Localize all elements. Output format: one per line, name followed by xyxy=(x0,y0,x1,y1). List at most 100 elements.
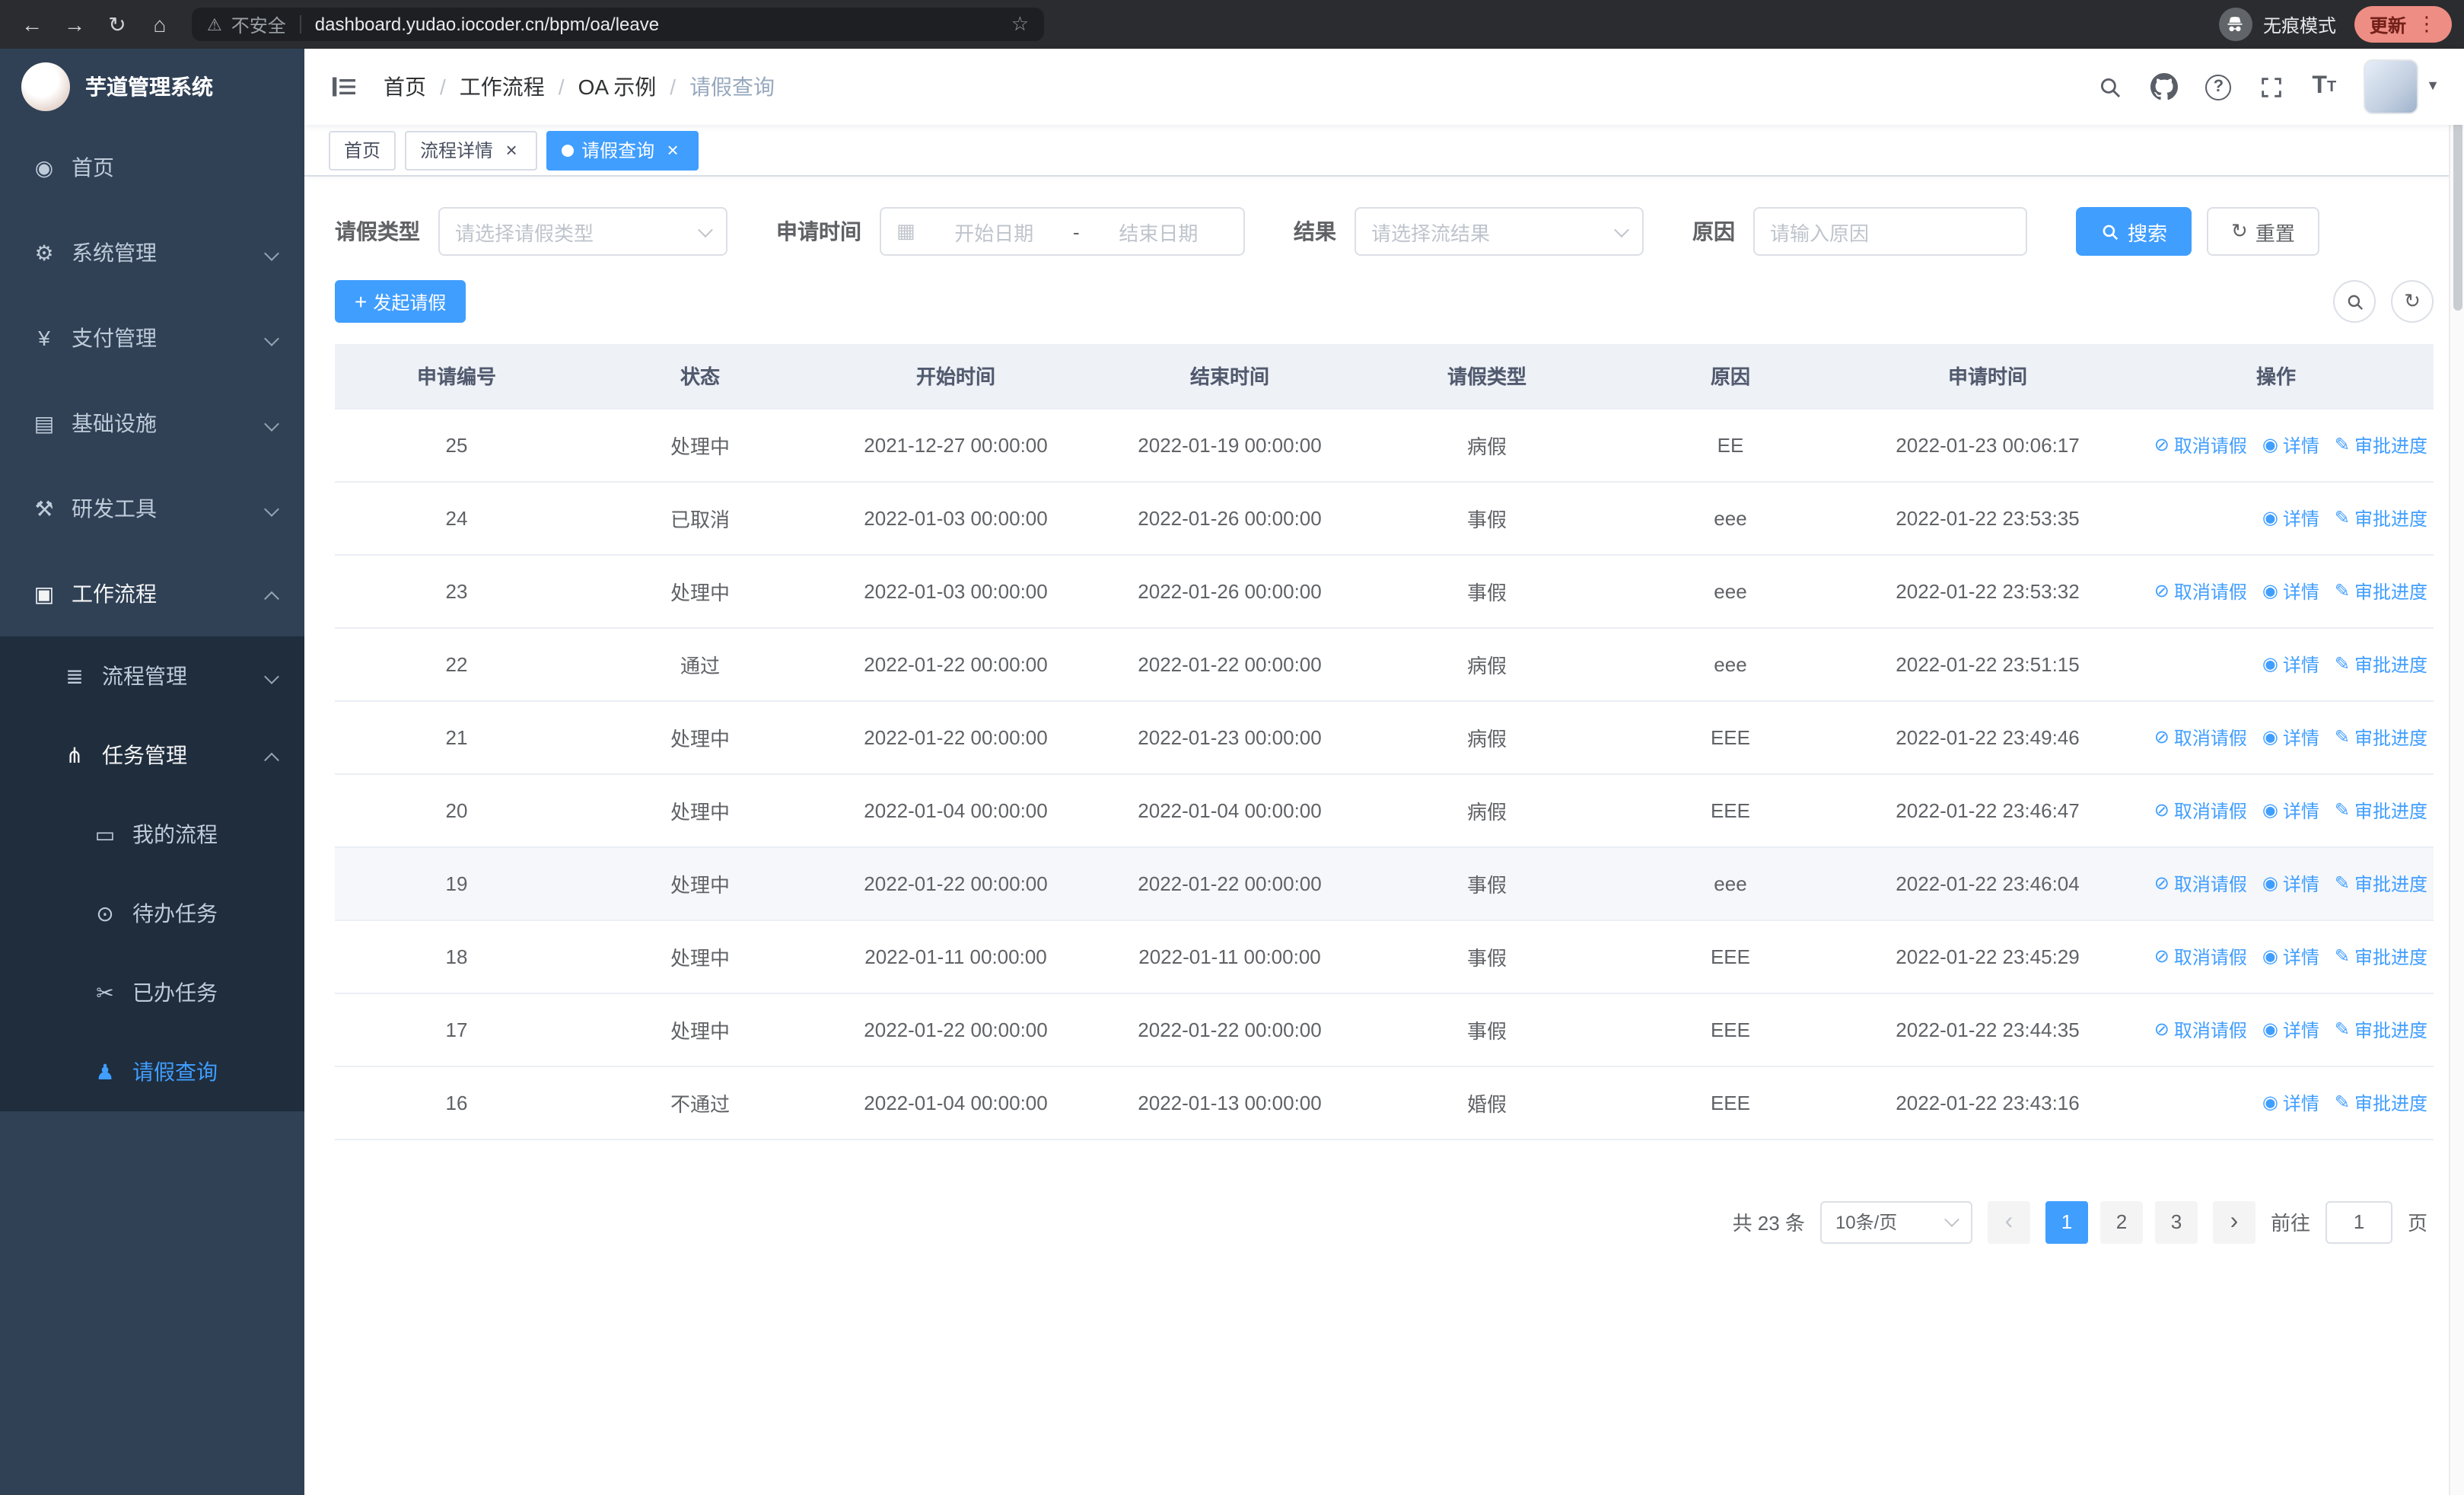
bookmark-star-icon[interactable]: ☆ xyxy=(1011,12,1029,37)
close-icon[interactable]: × xyxy=(662,139,683,161)
delete-icon: ⊘ xyxy=(2154,726,2170,748)
page-size-select[interactable]: 10条/页 xyxy=(1819,1200,1972,1243)
scrollbar[interactable] xyxy=(2449,49,2464,1495)
table-row: 17 处理中 2022-01-22 00:00:00 2022-01-22 00:00… xyxy=(335,993,2434,1066)
breadcrumb-item-home[interactable]: 首页 xyxy=(384,72,426,102)
search-button[interactable]: 搜索 xyxy=(2076,207,2192,256)
reason-input[interactable]: 请输入原因 xyxy=(1753,207,2027,256)
cell-actions: ◉ 详情 ✎ 审批进度 xyxy=(2119,627,2434,701)
approval-progress-link[interactable]: ✎ 审批进度 xyxy=(2335,724,2427,750)
approval-progress-link[interactable]: ✎ 审批进度 xyxy=(2335,432,2427,457)
sidebar-item-system-mgmt[interactable]: ⚙ 系统管理 xyxy=(0,210,304,295)
approval-progress-link[interactable]: ✎ 审批进度 xyxy=(2335,797,2427,823)
sidebar-item-task-mgmt[interactable]: ⋔ 任务管理 xyxy=(0,716,304,795)
approval-progress-link[interactable]: ✎ 审批进度 xyxy=(2335,1016,2427,1042)
breadcrumb-item-workflow[interactable]: 工作流程 xyxy=(426,72,545,102)
detail-link[interactable]: ◉ 详情 xyxy=(2262,797,2319,823)
search-icon[interactable] xyxy=(2097,74,2123,100)
chevron-up-icon xyxy=(264,751,279,767)
close-icon[interactable]: × xyxy=(501,139,522,161)
cancel-leave-link[interactable]: ⊘ 取消请假 xyxy=(2154,943,2247,969)
sidebar-item-workflow[interactable]: ▣ 工作流程 xyxy=(0,551,304,636)
detail-link[interactable]: ◉ 详情 xyxy=(2262,651,2319,677)
cancel-leave-link[interactable]: ⊘ 取消请假 xyxy=(2154,797,2247,823)
create-leave-button[interactable]: + 发起请假 xyxy=(335,280,466,323)
approval-progress-link[interactable]: ✎ 审批进度 xyxy=(2335,505,2427,531)
sidebar-item-leave-query[interactable]: ♟ 请假查询 xyxy=(0,1032,304,1111)
apply-time-range-picker[interactable]: ▦ 开始日期 - 结束日期 xyxy=(880,207,1245,256)
sidebar-item-my-process[interactable]: ▭ 我的流程 xyxy=(0,795,304,874)
forward-icon[interactable]: → xyxy=(55,5,94,44)
cancel-leave-link[interactable]: ⊘ 取消请假 xyxy=(2154,432,2247,457)
prev-page-button[interactable]: ‹ xyxy=(1987,1200,2030,1243)
cell-reason: EEE xyxy=(1604,993,1857,1066)
hamburger-icon[interactable] xyxy=(329,72,359,102)
cell-applied: 2022-01-22 23:51:15 xyxy=(1857,627,2119,701)
detail-link[interactable]: ◉ 详情 xyxy=(2262,1089,2319,1115)
tab-流程详情[interactable]: 流程详情 × xyxy=(405,130,538,170)
edit-icon: ✎ xyxy=(2334,580,2350,601)
submenu: ▭ 我的流程 ⊙ 待办任务 ✂ 已办任务 ♟ 请假查询 xyxy=(0,795,304,1111)
app-logo[interactable]: 芋道管理系统 xyxy=(0,49,304,125)
refresh-table-button[interactable]: ↻ xyxy=(2391,280,2434,323)
tab-首页[interactable]: 首页 xyxy=(329,130,396,170)
home-icon[interactable]: ⌂ xyxy=(140,5,180,44)
tab-请假查询[interactable]: 请假查询 × xyxy=(546,130,699,170)
cancel-leave-link[interactable]: ⊘ 取消请假 xyxy=(2154,578,2247,604)
cell-end: 2022-01-11 00:00:00 xyxy=(1090,920,1370,993)
edit-icon: ✎ xyxy=(2334,434,2350,455)
cell-actions: ⊘ 取消请假 ◉ 详情 ✎ 审批进度 xyxy=(2119,408,2434,482)
breadcrumb-item-oa[interactable]: OA 示例 xyxy=(545,72,657,102)
back-icon[interactable]: ← xyxy=(12,5,52,44)
page-button-3[interactable]: 3 xyxy=(2154,1200,2198,1243)
submenu: ≣ 流程管理 ⋔ 任务管理 ▭ 我的流程 ⊙ 待办任务 ✂ 已办任务 ♟ 请假查询 xyxy=(0,636,304,1111)
todo-task-icon: ⊙ xyxy=(96,901,114,925)
page-button-1[interactable]: 1 xyxy=(2045,1200,2088,1243)
detail-link[interactable]: ◉ 详情 xyxy=(2262,724,2319,750)
detail-link[interactable]: ◉ 详情 xyxy=(2262,1016,2319,1042)
reload-icon[interactable]: ↻ xyxy=(97,5,137,44)
fullscreen-icon[interactable] xyxy=(2259,74,2284,100)
result-select[interactable]: 请选择流结果 xyxy=(1355,207,1644,256)
sidebar-item-process-mgmt[interactable]: ≣ 流程管理 xyxy=(0,636,304,716)
approval-progress-link[interactable]: ✎ 审批进度 xyxy=(2335,943,2427,969)
sidebar-item-todo-task[interactable]: ⊙ 待办任务 xyxy=(0,874,304,953)
user-avatar[interactable]: ▼ xyxy=(2364,59,2440,114)
detail-link[interactable]: ◉ 详情 xyxy=(2262,432,2319,457)
toggle-search-button[interactable] xyxy=(2333,280,2376,323)
sidebar-item-infrastructure[interactable]: ▤ 基础设施 xyxy=(0,381,304,466)
cancel-leave-link[interactable]: ⊘ 取消请假 xyxy=(2154,870,2247,896)
url-text[interactable]: dashboard.yudao.iocoder.cn/bpm/oa/leave xyxy=(315,14,659,35)
leave-type-select[interactable]: 请选择请假类型 xyxy=(438,207,727,256)
delete-icon: ⊘ xyxy=(2154,1018,2170,1040)
approval-progress-link[interactable]: ✎ 审批进度 xyxy=(2335,651,2427,677)
security-label[interactable]: 不安全 xyxy=(231,11,286,37)
column-header: 开始时间 xyxy=(822,344,1090,409)
approval-progress-link[interactable]: ✎ 审批进度 xyxy=(2335,1089,2427,1115)
incognito-badge: 无痕模式 xyxy=(2218,8,2336,41)
sidebar-item-done-task[interactable]: ✂ 已办任务 xyxy=(0,953,304,1032)
goto-page-input[interactable]: 1 xyxy=(2325,1200,2392,1243)
github-icon[interactable] xyxy=(2150,73,2179,100)
sidebar-item-devtools[interactable]: ⚒ 研发工具 xyxy=(0,466,304,551)
detail-link[interactable]: ◉ 详情 xyxy=(2262,870,2319,896)
font-size-icon[interactable]: TT xyxy=(2312,73,2336,100)
detail-link[interactable]: ◉ 详情 xyxy=(2262,578,2319,604)
detail-link[interactable]: ◉ 详情 xyxy=(2262,505,2319,531)
approval-progress-link[interactable]: ✎ 审批进度 xyxy=(2335,578,2427,604)
sidebar-item-home[interactable]: ◉ 首页 xyxy=(0,125,304,210)
sidebar-item-payment-mgmt[interactable]: ¥ 支付管理 xyxy=(0,295,304,381)
approval-progress-link[interactable]: ✎ 审批进度 xyxy=(2335,870,2427,896)
page-button-2[interactable]: 2 xyxy=(2099,1200,2143,1243)
tab-label: 请假查询 xyxy=(581,140,655,161)
help-icon[interactable]: ? xyxy=(2205,74,2232,100)
cancel-leave-link[interactable]: ⊘ 取消请假 xyxy=(2154,1016,2247,1042)
cancel-leave-link[interactable]: ⊘ 取消请假 xyxy=(2154,724,2247,750)
next-page-button[interactable]: › xyxy=(2212,1200,2255,1243)
detail-link[interactable]: ◉ 详情 xyxy=(2262,943,2319,969)
address-bar[interactable]: ⚠ 不安全 dashboard.yudao.iocoder.cn/bpm/oa/… xyxy=(192,8,1044,41)
update-menu-button[interactable]: 更新 ⋮ xyxy=(2354,6,2452,43)
sidebar: 芋道管理系统 ◉ 首页 ⚙ 系统管理 ¥ 支付管理 ▤ 基础设施 ⚒ 研发工具 ▣ 工作流程 ≣ 流程管理… xyxy=(0,49,304,1495)
cell-applied: 2022-01-22 23:53:35 xyxy=(1857,481,2119,555)
reset-button[interactable]: ↻ 重置 xyxy=(2207,207,2319,256)
